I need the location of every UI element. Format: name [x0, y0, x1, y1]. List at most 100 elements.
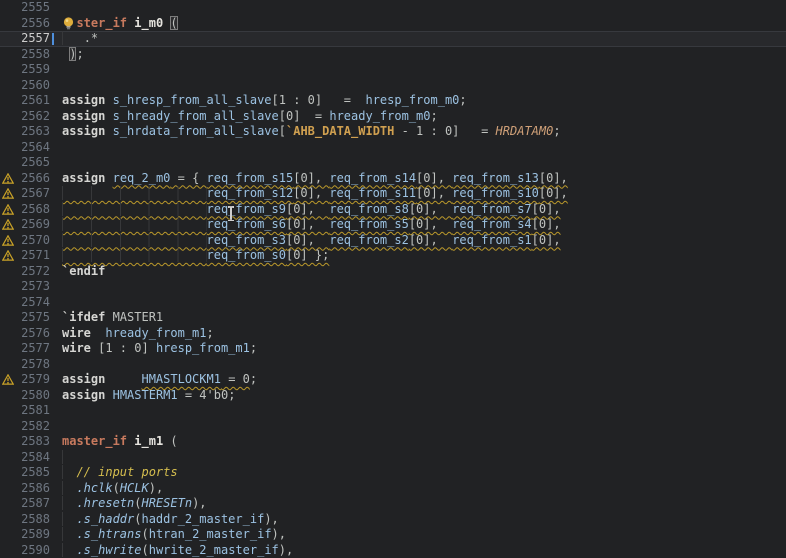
code-line[interactable]: 2558 );: [0, 47, 786, 63]
line-content[interactable]: assign s_hrdata_from_all_slave[`AHB_DATA…: [62, 124, 561, 140]
code-line[interactable]: 2575 `ifdef MASTER1: [0, 310, 786, 326]
line-number[interactable]: 2577: [0, 341, 50, 357]
line-number[interactable]: 2567: [0, 186, 50, 202]
line-content[interactable]: req_from_s0[0] };: [62, 248, 329, 264]
code-line[interactable]: 2578: [0, 357, 786, 373]
code-line[interactable]: 2570 req_from_s3[0], req_from_s2[0], req…: [0, 233, 786, 249]
line-number[interactable]: 2562: [0, 109, 50, 125]
code-line[interactable]: 2577 wire [1 : 0] hresp_from_m1;: [0, 341, 786, 357]
lightbulb-quickfix-icon[interactable]: [61, 16, 76, 31]
line-number[interactable]: 2569: [0, 217, 50, 233]
line-content[interactable]: .*: [62, 31, 98, 47]
line-number[interactable]: 2589: [0, 527, 50, 543]
line-content[interactable]: wire [1 : 0] hresp_from_m1;: [62, 341, 257, 357]
code-line[interactable]: 2569 req_from_s6[0], req_from_s5[0], req…: [0, 217, 786, 233]
line-number[interactable]: 2570: [0, 233, 50, 249]
line-content[interactable]: req_from_s12[0], req_from_s11[0], req_fr…: [62, 186, 568, 202]
code-line[interactable]: 2583 master_if i_m1 (: [0, 434, 786, 450]
line-content[interactable]: .s_hwrite(hwrite_2_master_if),: [62, 543, 293, 558]
line-content[interactable]: // input ports: [62, 465, 178, 481]
line-number[interactable]: 2584: [0, 450, 50, 466]
code-line[interactable]: 2579 assign HMASTLOCKM1 = 0;: [0, 372, 786, 388]
line-content[interactable]: req_from_s6[0], req_from_s5[0], req_from…: [62, 217, 561, 233]
line-content[interactable]: master_if i_m0 (: [62, 16, 178, 32]
line-number[interactable]: 2560: [0, 78, 50, 94]
line-number[interactable]: 2568: [0, 202, 50, 218]
code-line[interactable]: 2581: [0, 403, 786, 419]
line-content[interactable]: .hresetn(HRESETn),: [62, 496, 207, 512]
code-line[interactable]: 2586 .hclk(HCLK),: [0, 481, 786, 497]
code-line[interactable]: 2576 wire hready_from_m1;: [0, 326, 786, 342]
code-line[interactable]: 2584: [0, 450, 786, 466]
code-line[interactable]: 2565: [0, 155, 786, 171]
line-number[interactable]: 2588: [0, 512, 50, 528]
line-number[interactable]: 2575: [0, 310, 50, 326]
line-number[interactable]: 2579: [0, 372, 50, 388]
code-line[interactable]: 2582: [0, 419, 786, 435]
line-number[interactable]: 2573: [0, 279, 50, 295]
code-line[interactable]: 2571 req_from_s0[0] };: [0, 248, 786, 264]
line-number[interactable]: 2557: [0, 31, 50, 47]
line-content[interactable]: req_from_s3[0], req_from_s2[0], req_from…: [62, 233, 561, 249]
code-line[interactable]: 2589 .s_htrans(htran_2_master_if),: [0, 527, 786, 543]
line-number[interactable]: 2586: [0, 481, 50, 497]
code-line[interactable]: 2574: [0, 295, 786, 311]
code-line[interactable]: 2555: [0, 0, 786, 16]
line-number[interactable]: 2582: [0, 419, 50, 435]
line-number[interactable]: 2587: [0, 496, 50, 512]
code-line[interactable]: 2590 .s_hwrite(hwrite_2_master_if),: [0, 543, 786, 558]
line-number[interactable]: 2566: [0, 171, 50, 187]
line-number[interactable]: 2555: [0, 0, 50, 16]
line-number[interactable]: 2590: [0, 543, 50, 558]
code-line[interactable]: 2559: [0, 62, 786, 78]
code-line[interactable]: 2585 // input ports: [0, 465, 786, 481]
line-number[interactable]: 2578: [0, 357, 50, 373]
line-content[interactable]: .s_htrans(htran_2_master_if),: [62, 527, 286, 543]
line-content[interactable]: assign req_2_m0 = { req_from_s15[0], req…: [62, 171, 568, 187]
line-number[interactable]: 2571: [0, 248, 50, 264]
code-line[interactable]: 2560: [0, 78, 786, 94]
line-number[interactable]: 2580: [0, 388, 50, 404]
line-content[interactable]: req_from_s9[0], req_from_s8[0], req_from…: [62, 202, 561, 218]
line-number[interactable]: 2574: [0, 295, 50, 311]
line-content[interactable]: .s_haddr(haddr_2_master_if),: [62, 512, 279, 528]
line-number[interactable]: 2585: [0, 465, 50, 481]
gutter: 2571: [0, 248, 62, 264]
code-line[interactable]: 2568 req_from_s9[0], req_from_s8[0], req…: [0, 202, 786, 218]
line-number[interactable]: 2561: [0, 93, 50, 109]
code-line[interactable]: 2561 assign s_hresp_from_all_slave[1 : 0]…: [0, 93, 786, 109]
line-content[interactable]: wire hready_from_m1;: [62, 326, 214, 342]
line-number[interactable]: 2581: [0, 403, 50, 419]
code-line[interactable]: 2556 master_if i_m0 (: [0, 16, 786, 32]
code-line[interactable]: 2562 assign s_hready_from_all_slave[0] = …: [0, 109, 786, 125]
line-content[interactable]: .hclk(HCLK),: [62, 481, 163, 497]
code-line[interactable]: 2563 assign s_hrdata_from_all_slave[`AHB_…: [0, 124, 786, 140]
code-line[interactable]: 2557 .*: [0, 31, 786, 47]
line-content[interactable]: );: [62, 47, 84, 63]
line-content[interactable]: assign s_hresp_from_all_slave[1 : 0] = h…: [62, 93, 467, 109]
code-line[interactable]: 2588 .s_haddr(haddr_2_master_if),: [0, 512, 786, 528]
line-number[interactable]: 2563: [0, 124, 50, 140]
line-number[interactable]: 2556: [0, 16, 50, 32]
code-line[interactable]: 2566 assign req_2_m0 = { req_from_s15[0],…: [0, 171, 786, 187]
code-line[interactable]: 2564: [0, 140, 786, 156]
line-content[interactable]: `endif: [62, 264, 105, 280]
line-content[interactable]: master_if i_m1 (: [62, 434, 178, 450]
line-number[interactable]: 2558: [0, 47, 50, 63]
code-line[interactable]: 2567 req_from_s12[0], req_from_s11[0], r…: [0, 186, 786, 202]
line-number[interactable]: 2572: [0, 264, 50, 280]
line-number[interactable]: 2564: [0, 140, 50, 156]
line-content[interactable]: assign HMASTERM1 = 4'b0;: [62, 388, 235, 404]
code-line[interactable]: 2580 assign HMASTERM1 = 4'b0;: [0, 388, 786, 404]
line-content[interactable]: `ifdef MASTER1: [62, 310, 163, 326]
code-line[interactable]: 2587 .hresetn(HRESETn),: [0, 496, 786, 512]
line-content[interactable]: assign s_hready_from_all_slave[0] = hrea…: [62, 109, 438, 125]
code-line[interactable]: 2572 `endif: [0, 264, 786, 280]
line-number[interactable]: 2583: [0, 434, 50, 450]
line-content[interactable]: assign HMASTLOCKM1 = 0;: [62, 372, 257, 388]
line-number[interactable]: 2559: [0, 62, 50, 78]
line-number[interactable]: 2576: [0, 326, 50, 342]
line-content[interactable]: [62, 450, 76, 466]
line-number[interactable]: 2565: [0, 155, 50, 171]
code-line[interactable]: 2573: [0, 279, 786, 295]
